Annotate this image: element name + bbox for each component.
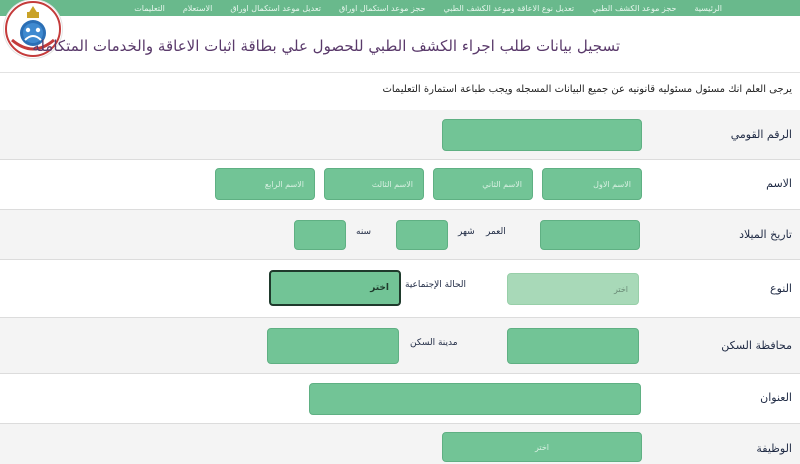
second-name-input[interactable]: الاسم الثاني [433, 168, 533, 200]
national-id-input[interactable] [442, 119, 642, 151]
job-select[interactable]: اختر [442, 432, 642, 462]
row-residence: محافظة السكن مدينة السكن [0, 318, 800, 374]
nav-item-book-papers[interactable]: حجز موعد استكمال اوراق [339, 4, 426, 13]
birth-day-input[interactable] [540, 220, 640, 250]
address-input[interactable] [309, 383, 641, 415]
row-national-id: الرقم القومي [0, 110, 800, 160]
first-name-input[interactable]: الاسم الاول [542, 168, 642, 200]
nav-item-edit-disability[interactable]: تعديل نوع الاعاقة وموعد الكشف الطبي [444, 4, 575, 13]
fourth-name-input[interactable]: الاسم الرابع [215, 168, 315, 200]
third-name-input[interactable]: الاسم الثالث [324, 168, 424, 200]
governorate-label: محافظة السكن [721, 339, 792, 352]
gender-label: النوع [770, 282, 792, 295]
nav-item-edit-papers[interactable]: تعديل موعد استكمال اوراق [230, 4, 321, 13]
job-label: الوظيفة [756, 442, 792, 455]
marital-status-select[interactable]: اختر [269, 270, 401, 306]
birth-year-input[interactable] [294, 220, 346, 250]
row-name: الاسم الاسم الاول الاسم الثاني الاسم الث… [0, 160, 800, 210]
address-label: العنوان [760, 391, 792, 404]
page-title: تسجيل بيانات طلب اجراء الكشف الطبي للحصو… [32, 37, 620, 55]
age-label: العمر [486, 227, 506, 237]
governorate-select[interactable] [507, 328, 639, 364]
city-select[interactable] [267, 328, 399, 364]
gender-select[interactable]: اختر [507, 273, 639, 305]
nav-item-instructions[interactable]: التعليمات [134, 4, 165, 13]
nav-item-inquiry[interactable]: الاستعلام [183, 4, 213, 13]
year-label: سنه [356, 227, 372, 237]
birth-date-label: تاريخ الميلاد [739, 228, 792, 241]
month-label: شهر [458, 227, 475, 237]
row-job: الوظيفة اختر [0, 424, 800, 464]
national-id-label: الرقم القومي [730, 128, 792, 141]
marital-status-label: الحالة الإجتماعية [405, 280, 466, 290]
nav-item-book-exam[interactable]: حجز موعد الكشف الطبي [592, 4, 676, 13]
birth-month-input[interactable] [396, 220, 448, 250]
city-label: مدينة السكن [410, 338, 458, 348]
title-band: تسجيل بيانات طلب اجراء الكشف الطبي للحصو… [0, 16, 800, 73]
row-birth-date: تاريخ الميلاد العمر شهر سنه [0, 210, 800, 260]
name-label: الاسم [766, 177, 792, 190]
legal-notice: يرجى العلم انك مسئول مسئوليه قانونيه عن … [382, 84, 792, 95]
nav-item-home[interactable]: الرئيسية [694, 4, 722, 13]
top-nav: الرئيسية حجز موعد الكشف الطبي تعديل نوع … [0, 0, 800, 16]
row-address: العنوان [0, 374, 800, 424]
row-gender: النوع اختر الحالة الإجتماعية اختر [0, 260, 800, 318]
